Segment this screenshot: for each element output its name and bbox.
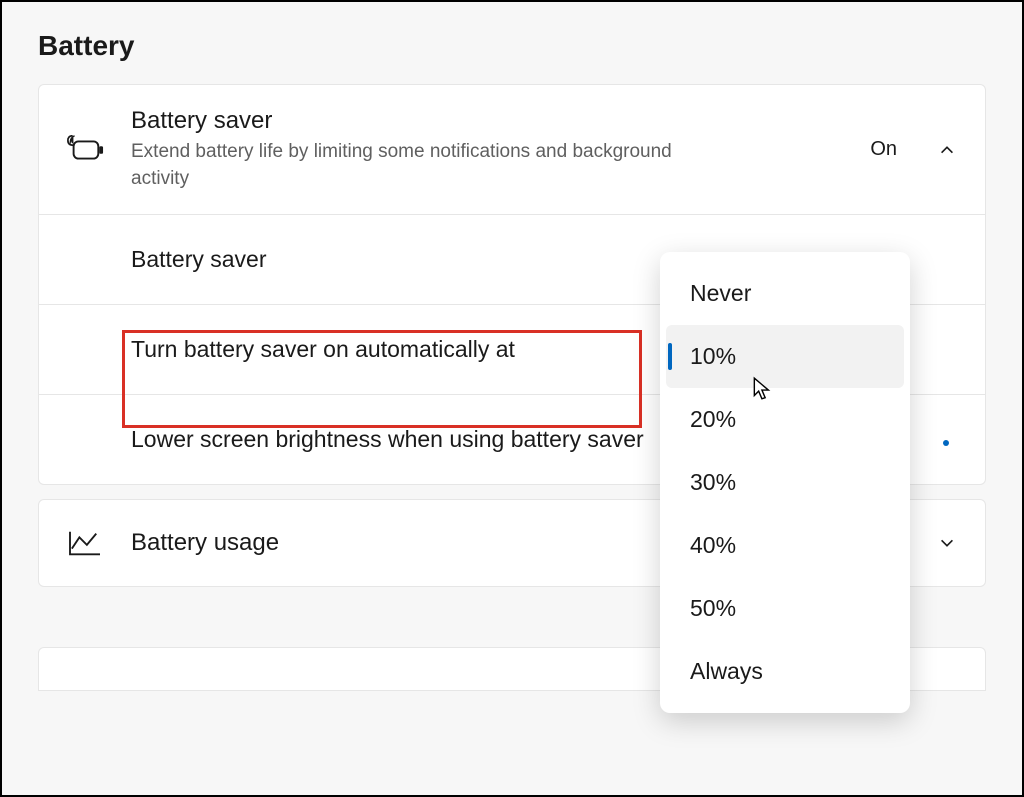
battery-saver-title: Battery saver [131,107,848,135]
section-title: Battery [38,30,986,62]
battery-saver-description: Extend battery life by limiting some not… [131,139,691,192]
dropdown-option[interactable]: 20% [666,388,904,451]
battery-saver-toggle-label: Battery saver [131,244,267,275]
chart-icon [61,528,109,558]
threshold-dropdown: Never10%20%30%40%50%Always [660,252,910,713]
toggle-indicator [943,440,949,446]
auto-on-label: Turn battery saver on automatically at [131,334,515,365]
chevron-down-icon[interactable] [937,533,957,553]
battery-saver-status: On [870,138,897,161]
dropdown-option[interactable]: 10% [666,325,904,388]
battery-saver-header[interactable]: Battery saver Extend battery life by lim… [39,85,985,214]
dropdown-option[interactable]: Never [666,262,904,325]
dropdown-option[interactable]: 50% [666,577,904,640]
brightness-label: Lower screen brightness when using batte… [131,424,644,455]
dropdown-option[interactable]: 40% [666,514,904,577]
dropdown-option[interactable]: Always [666,640,904,703]
chevron-up-icon[interactable] [937,140,957,160]
dropdown-option[interactable]: 30% [666,451,904,514]
battery-saver-icon [61,135,109,165]
